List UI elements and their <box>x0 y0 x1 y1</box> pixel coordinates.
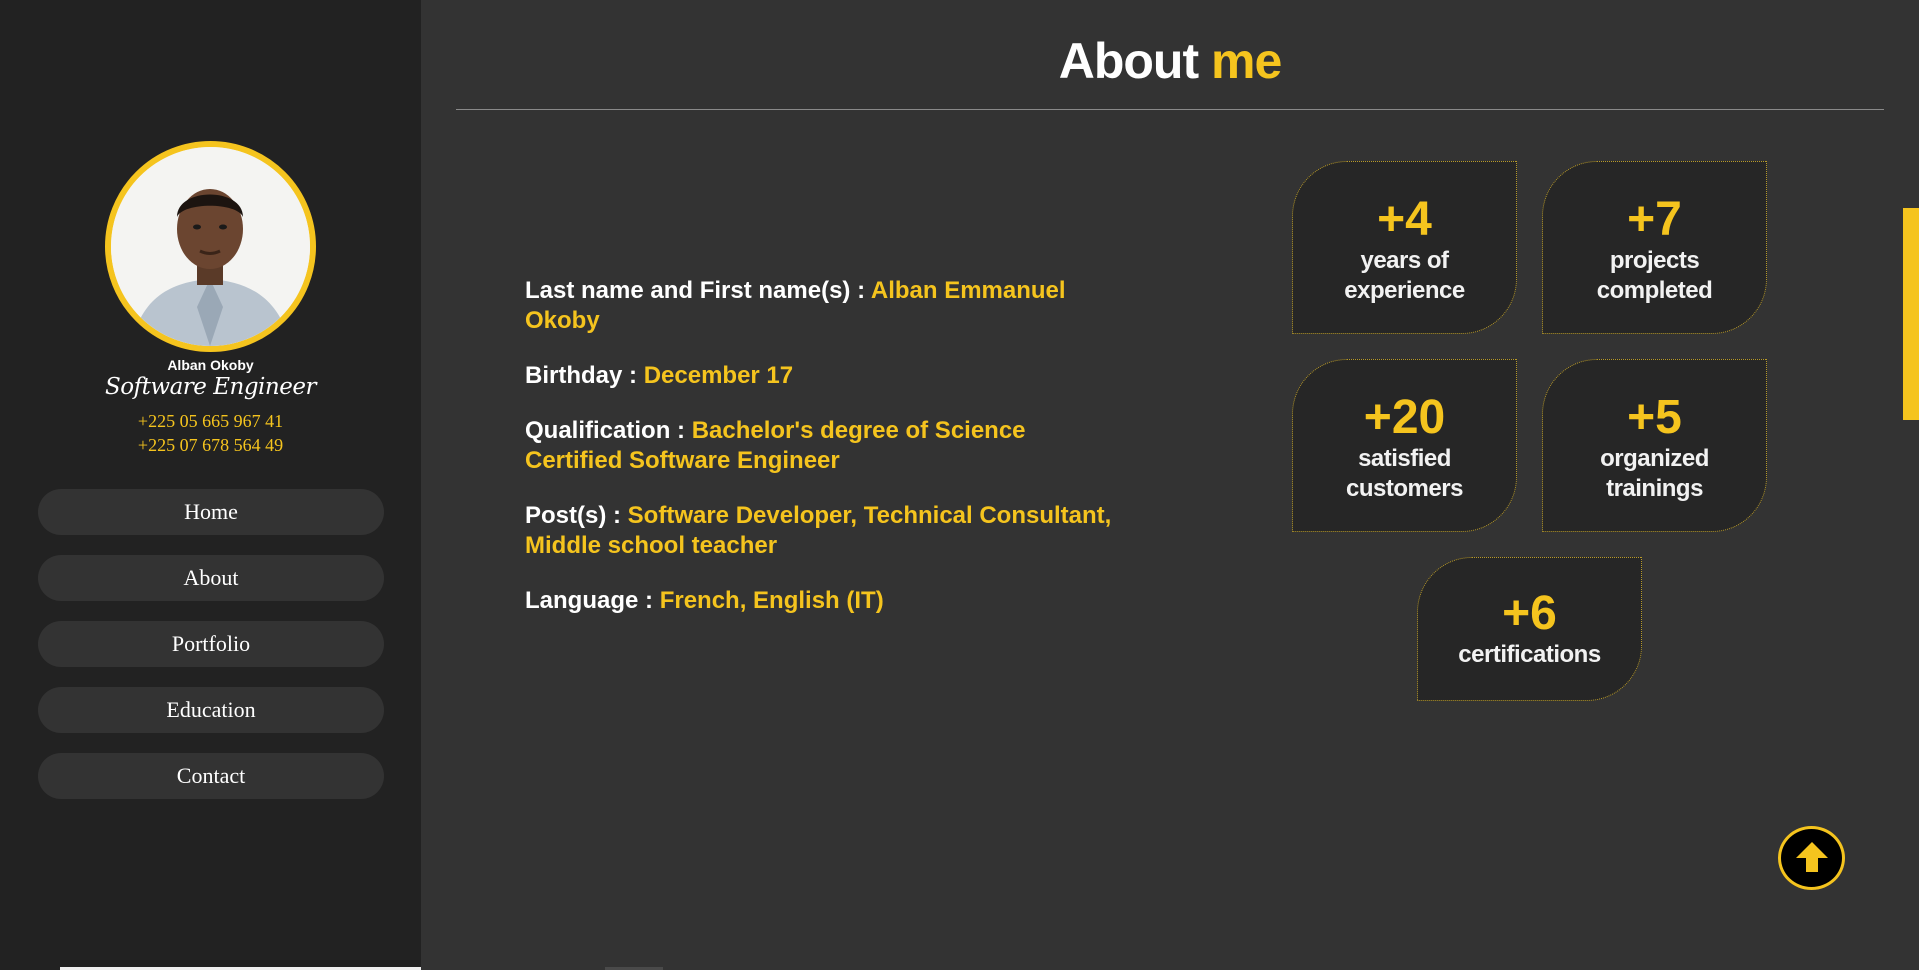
sidebar: Alban Okoby Software Engineer +225 05 66… <box>0 0 421 970</box>
stat-number: +20 <box>1363 391 1446 444</box>
info-value: Bachelor's degree of Science <box>691 417 1026 444</box>
phone-number: +225 07 678 564 49 <box>137 435 284 455</box>
stat-number: +7 <box>1627 193 1682 246</box>
info-value: Middle school teacher <box>525 532 778 559</box>
info-value: December 17 <box>643 362 794 389</box>
profile-photo <box>111 147 310 346</box>
stat-label: completed <box>1596 277 1713 304</box>
nav-item-contact[interactable]: Contact <box>38 753 384 799</box>
stat-number: +5 <box>1627 391 1682 444</box>
nav-item-home[interactable]: Home <box>38 489 384 535</box>
info-row-posts: Post(s) : Software Developer, Technical … <box>525 501 1145 561</box>
phone-number: +225 05 665 967 41 <box>137 411 284 431</box>
info-label: Language : <box>525 587 654 614</box>
nav-item-about[interactable]: About <box>38 555 384 601</box>
stat-label: customers <box>1346 475 1463 502</box>
scroll-to-top-button[interactable] <box>1778 826 1845 890</box>
info-label: Qualification : <box>525 417 686 444</box>
stat-card-certifications: +6 certifications <box>1417 557 1642 701</box>
profile-name: Alban Okoby <box>167 357 254 373</box>
stat-card-projects: +7 projects completed <box>1542 161 1767 334</box>
stat-label: projects <box>1609 247 1700 274</box>
stat-label: certifications <box>1458 641 1601 668</box>
arrow-up-icon <box>1795 842 1828 872</box>
nav-item-portfolio[interactable]: Portfolio <box>38 621 384 667</box>
page-title: About me <box>421 32 1919 90</box>
stat-number: +6 <box>1502 587 1557 640</box>
stat-card-customers: +20 satisfied customers <box>1292 359 1517 532</box>
info-label: Post(s) : <box>525 502 621 529</box>
stat-label: satisfied <box>1358 445 1451 472</box>
stat-label: trainings <box>1606 475 1703 502</box>
nav-item-education[interactable]: Education <box>38 687 384 733</box>
stat-number: +4 <box>1377 193 1432 246</box>
info-value: Software Developer, Technical Consultant… <box>627 502 1112 529</box>
stat-card-trainings: +5 organized trainings <box>1542 359 1767 532</box>
info-label: Birthday : <box>525 362 638 389</box>
scrollbar-thumb[interactable] <box>1903 208 1919 420</box>
info-row-qualification: Qualification : Bachelor's degree of Sci… <box>525 416 1145 476</box>
info-label: Last name and First name(s) : <box>525 277 866 304</box>
page-title-accent: me <box>1211 33 1282 89</box>
stat-label: experience <box>1344 277 1465 304</box>
stat-card-experience: +4 years of experience <box>1292 161 1517 334</box>
info-row-name: Last name and First name(s) : Alban Emma… <box>525 276 1145 336</box>
info-row-language: Language : French, English (IT) <box>525 586 1145 616</box>
title-divider <box>456 109 1884 110</box>
info-value: French, English (IT) <box>659 587 884 614</box>
personal-info: Last name and First name(s) : Alban Emma… <box>525 276 1145 641</box>
page-title-main: About <box>1058 33 1199 89</box>
avatar <box>105 141 316 352</box>
info-row-birthday: Birthday : December 17 <box>525 361 1145 391</box>
sidebar-nav: Home About Portfolio Education Contact <box>38 489 384 819</box>
info-value: Certified Software Engineer <box>525 447 840 474</box>
stat-label: organized <box>1600 445 1709 472</box>
stat-label: years of <box>1360 247 1449 274</box>
profile-role: Software Engineer <box>105 374 316 400</box>
